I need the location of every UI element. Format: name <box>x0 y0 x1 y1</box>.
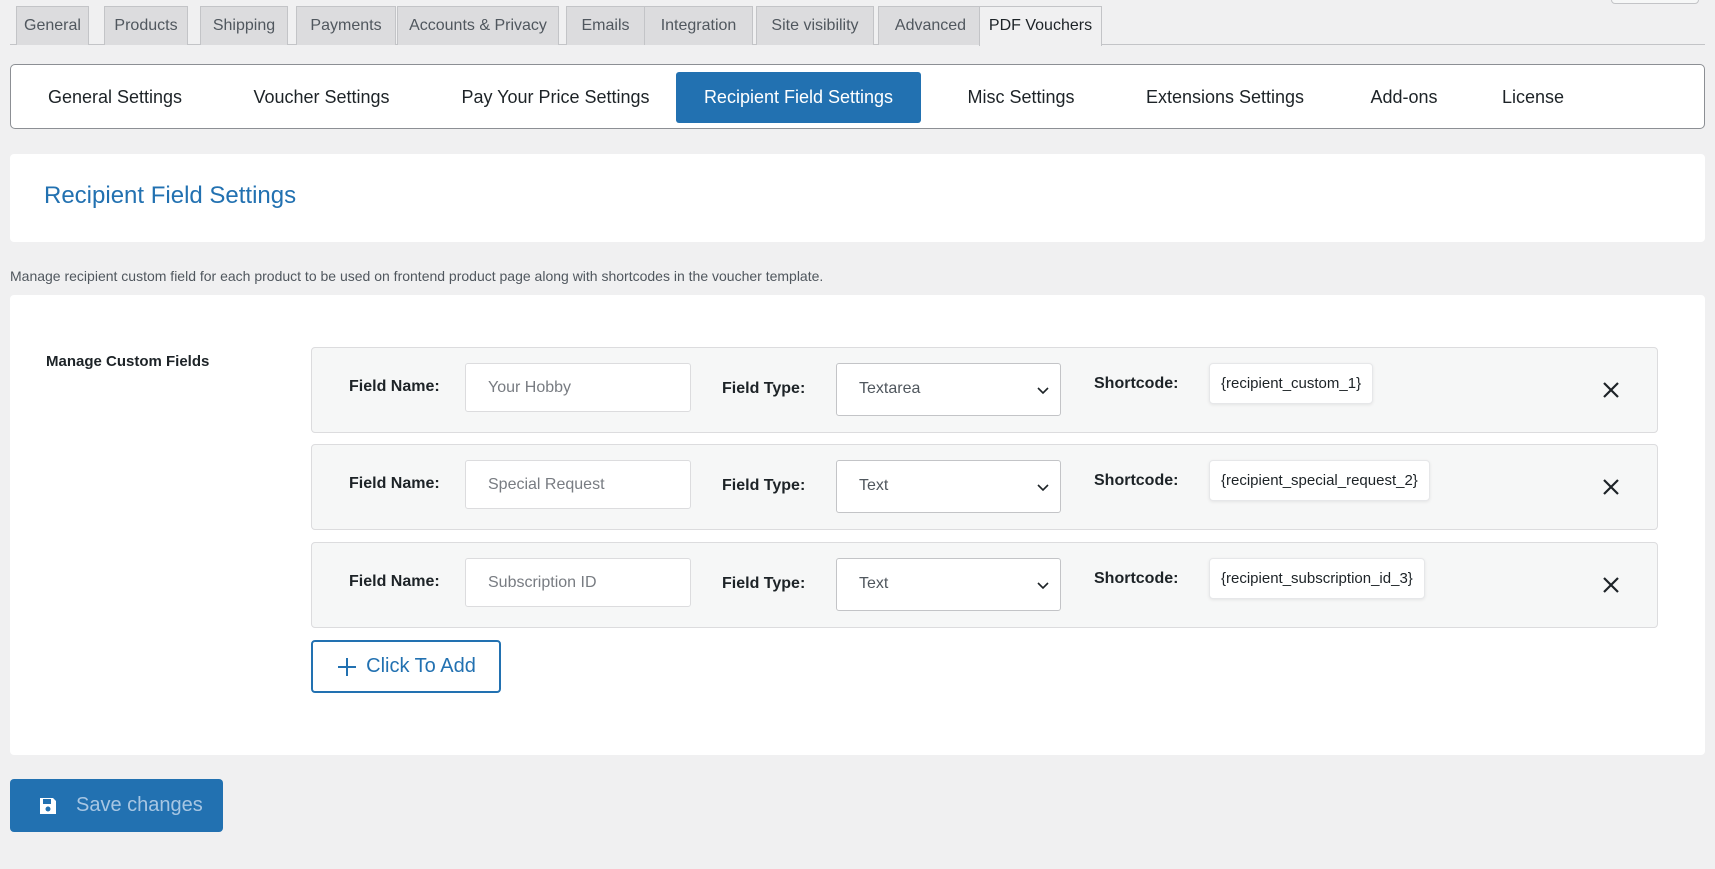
field-type-select[interactable]: Text <box>836 558 1061 611</box>
save-changes-button[interactable]: Save changes <box>10 779 223 832</box>
custom-field-row: Field Name: Field Type: Text Shortcode: … <box>311 542 1658 628</box>
field-name-input[interactable] <box>465 558 691 607</box>
chevron-down-icon <box>1037 484 1049 492</box>
screen-options-toggle[interactable] <box>1611 0 1699 4</box>
tab-shipping[interactable]: Shipping <box>200 6 288 45</box>
tab-integration[interactable]: Integration <box>644 6 753 45</box>
add-field-label: Click To Add <box>366 655 476 677</box>
tab-emails[interactable]: Emails <box>566 6 645 45</box>
subtab-extensions-settings[interactable]: Extensions Settings <box>1129 72 1321 123</box>
custom-field-row: Field Name: Field Type: Text Shortcode: … <box>311 444 1658 530</box>
chevron-down-icon <box>1037 387 1049 395</box>
subtab-misc-settings[interactable]: Misc Settings <box>955 72 1087 123</box>
shortcode-value: {recipient_special_request_2} <box>1209 460 1430 501</box>
tab-general[interactable]: General <box>16 6 89 45</box>
close-icon[interactable] <box>1599 573 1623 597</box>
field-name-input[interactable] <box>465 363 691 412</box>
add-field-button[interactable]: Click To Add <box>311 640 501 693</box>
tab-accounts-privacy[interactable]: Accounts & Privacy <box>397 6 559 45</box>
shortcode-value: {recipient_subscription_id_3} <box>1209 558 1425 599</box>
tab-payments[interactable]: Payments <box>296 6 396 45</box>
field-type-value: Textarea <box>859 380 921 397</box>
field-name-label: Field Name: <box>349 573 440 590</box>
subtab-general-settings[interactable]: General Settings <box>35 72 195 123</box>
field-type-label: Field Type: <box>722 575 806 592</box>
custom-fields-card: Manage Custom Fields Field Name: Field T… <box>10 295 1705 755</box>
field-type-select[interactable]: Textarea <box>836 363 1061 416</box>
pdf-vouchers-sub-nav: General Settings Voucher Settings Pay Yo… <box>10 64 1705 129</box>
subtab-add-ons[interactable]: Add-ons <box>1349 72 1459 123</box>
tab-site-visibility[interactable]: Site visibility <box>756 6 874 45</box>
close-icon[interactable] <box>1599 475 1623 499</box>
field-type-value: Text <box>859 575 889 592</box>
tab-products[interactable]: Products <box>104 6 188 45</box>
shortcode-label: Shortcode: <box>1094 472 1179 489</box>
shortcode-label: Shortcode: <box>1094 375 1179 392</box>
custom-field-row: Field Name: Field Type: Textarea Shortco… <box>311 347 1658 433</box>
save-changes-label: Save changes <box>76 794 203 816</box>
subtab-license[interactable]: License <box>1485 72 1581 123</box>
tab-advanced[interactable]: Advanced <box>878 6 983 45</box>
woocommerce-settings-tabs: General Products Shipping Payments Accou… <box>10 6 1705 46</box>
page-description: Manage recipient custom field for each p… <box>10 268 824 284</box>
shortcode-value: {recipient_custom_1} <box>1209 363 1374 404</box>
subtab-voucher-settings[interactable]: Voucher Settings <box>240 72 403 123</box>
page-title-card: Recipient Field Settings <box>10 154 1705 242</box>
section-label: Manage Custom Fields <box>46 353 210 370</box>
plus-icon <box>338 657 357 676</box>
field-name-label: Field Name: <box>349 475 440 492</box>
field-name-label: Field Name: <box>349 378 440 395</box>
page-title: Recipient Field Settings <box>44 182 297 209</box>
close-icon[interactable] <box>1599 378 1623 402</box>
field-type-select[interactable]: Text <box>836 460 1061 513</box>
field-type-label: Field Type: <box>722 380 806 397</box>
subtab-pay-your-price-settings[interactable]: Pay Your Price Settings <box>449 72 662 123</box>
field-name-input[interactable] <box>465 460 691 509</box>
save-icon <box>40 797 56 814</box>
subtab-recipient-field-settings[interactable]: Recipient Field Settings <box>676 72 921 123</box>
tab-pdf-vouchers[interactable]: PDF Vouchers <box>979 6 1102 46</box>
field-type-label: Field Type: <box>722 477 806 494</box>
chevron-down-icon <box>1037 582 1049 590</box>
shortcode-label: Shortcode: <box>1094 570 1179 587</box>
field-type-value: Text <box>859 477 889 494</box>
